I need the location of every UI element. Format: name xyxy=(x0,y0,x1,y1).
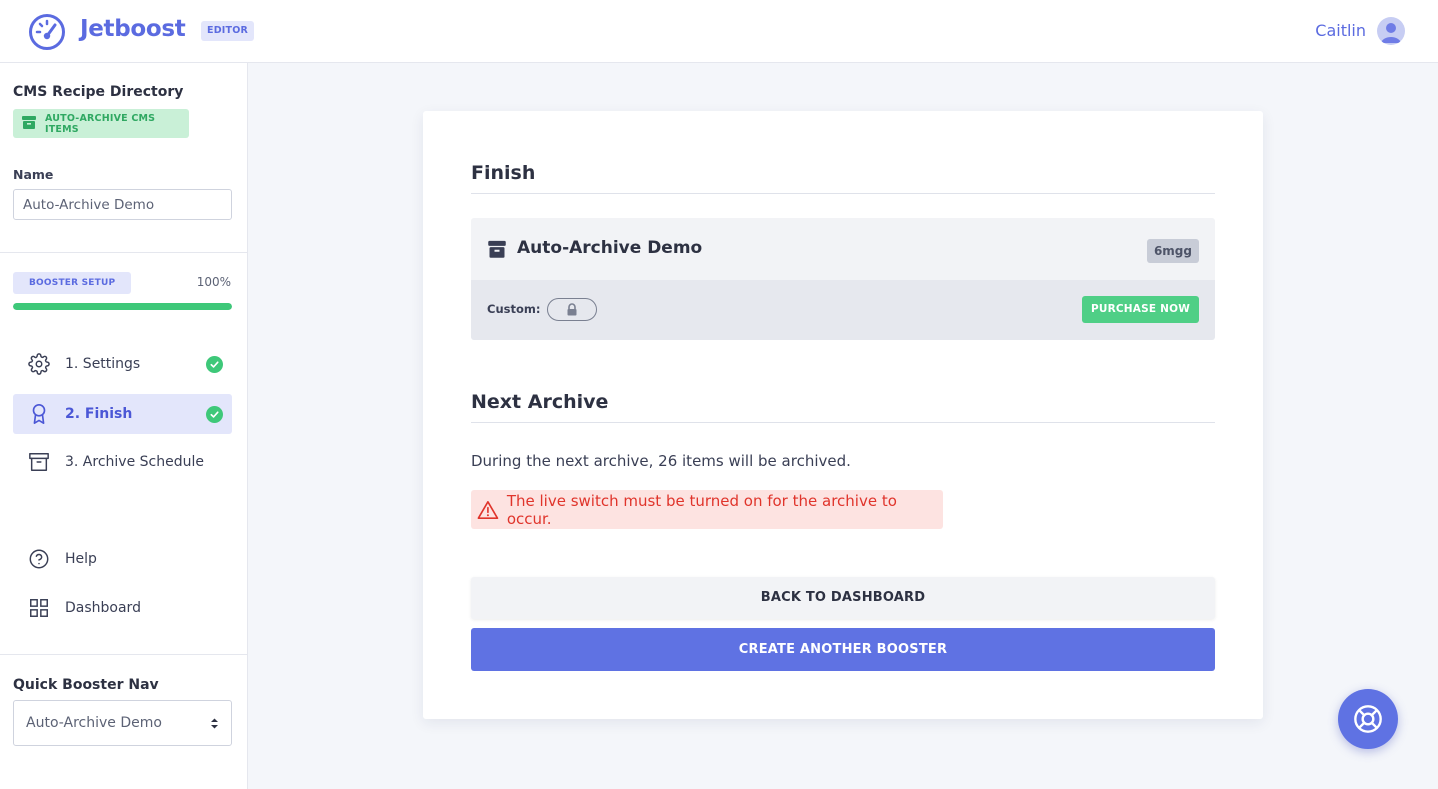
name-field[interactable] xyxy=(13,189,232,220)
back-to-dashboard-button[interactable]: BACK TO DASHBOARD xyxy=(471,577,1215,619)
booster-summary-footer: Custom: PURCHASE NOW xyxy=(471,280,1215,340)
user-name[interactable]: Caitlin xyxy=(1315,21,1366,40)
nav-item-help[interactable]: Help xyxy=(13,539,232,579)
grid-icon xyxy=(28,597,50,619)
live-switch-alert: The live switch must be turned on for th… xyxy=(471,490,943,529)
divider xyxy=(471,422,1215,423)
next-archive-text: During the next archive, 26 items will b… xyxy=(471,452,851,470)
setup-progress-bar xyxy=(13,303,232,310)
lifebuoy-icon xyxy=(1354,705,1382,733)
editor-badge: EDITOR xyxy=(201,21,254,41)
setup-percent: 100% xyxy=(196,275,231,289)
gear-icon xyxy=(28,353,50,375)
top-bar: Jetboost EDITOR Caitlin xyxy=(0,0,1438,63)
booster-type-badge: AUTO-ARCHIVE CMS ITEMS xyxy=(13,109,189,138)
divider xyxy=(471,193,1215,194)
nav-item-label: Dashboard xyxy=(65,600,141,616)
nav-item-dashboard[interactable]: Dashboard xyxy=(13,588,232,628)
nav-item-label: 3. Archive Schedule xyxy=(65,454,204,470)
booster-name: Auto-Archive Demo xyxy=(517,238,703,258)
custom-label: Custom: xyxy=(487,302,541,316)
finish-card: Finish Auto-Archive Demo 6mgg Custom: PU… xyxy=(423,111,1263,719)
divider xyxy=(0,252,247,253)
next-archive-title: Next Archive xyxy=(471,391,609,413)
purchase-now-button[interactable]: PURCHASE NOW xyxy=(1081,296,1199,323)
check-circle-icon xyxy=(206,356,223,373)
name-label: Name xyxy=(13,167,54,182)
nav-item-label: 1. Settings xyxy=(65,356,141,372)
app-logo-text[interactable]: Jetboost xyxy=(80,16,186,42)
custom-toggle[interactable] xyxy=(547,298,597,321)
quick-nav-selected: Auto-Archive Demo xyxy=(26,715,162,731)
lock-icon xyxy=(567,303,577,316)
finish-title: Finish xyxy=(471,162,536,184)
archive-box-icon xyxy=(21,114,37,134)
sidebar: CMS Recipe Directory AUTO-ARCHIVE CMS IT… xyxy=(0,63,248,789)
booster-type-label: AUTO-ARCHIVE CMS ITEMS xyxy=(45,112,156,135)
booster-setup-badge: BOOSTER SETUP xyxy=(13,272,132,294)
nav-item-archive-schedule[interactable]: 3. Archive Schedule xyxy=(13,442,232,482)
alert-text: The live switch must be turned on for th… xyxy=(506,491,897,528)
nav-item-settings[interactable]: 1. Settings xyxy=(13,344,232,384)
archive-icon xyxy=(28,451,50,473)
nav-item-label: 2. Finish xyxy=(65,406,133,422)
sort-arrows-icon xyxy=(211,718,218,728)
quick-nav-title: Quick Booster Nav xyxy=(13,677,159,693)
booster-summary: Auto-Archive Demo 6mgg Custom: PURCHASE … xyxy=(471,218,1215,340)
divider xyxy=(0,654,247,655)
booster-code-badge: 6mgg xyxy=(1146,239,1199,263)
setup-progress-fill xyxy=(13,303,232,310)
avatar[interactable] xyxy=(1377,17,1405,45)
booster-summary-header: Auto-Archive Demo 6mgg xyxy=(471,218,1215,280)
archive-box-icon xyxy=(487,239,507,263)
create-another-booster-button[interactable]: CREATE ANOTHER BOOSTER xyxy=(471,628,1215,671)
nav-item-finish[interactable]: 2. Finish xyxy=(13,394,232,434)
warning-triangle-icon xyxy=(477,500,499,519)
nav-item-label: Help xyxy=(65,551,97,567)
collection-title: CMS Recipe Directory xyxy=(13,84,184,100)
quick-nav-select[interactable]: Auto-Archive Demo xyxy=(13,700,232,746)
user-icon xyxy=(1381,23,1401,43)
award-icon xyxy=(28,403,50,425)
help-circle-icon xyxy=(28,548,50,570)
check-circle-icon xyxy=(206,406,223,423)
help-chat-button[interactable] xyxy=(1338,689,1398,749)
speedometer-logo-icon[interactable] xyxy=(28,13,66,51)
